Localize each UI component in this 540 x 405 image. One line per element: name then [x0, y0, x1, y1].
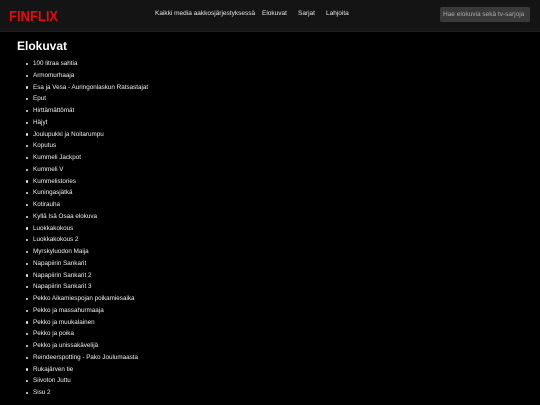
movie-list-item: Koputus: [25, 140, 148, 152]
movie-list-item: Luokkakokous: [25, 223, 148, 235]
movie-link[interactable]: Häjyt: [33, 119, 47, 126]
page-title: Elokuvat: [17, 39, 68, 53]
movie-list-item: Pekko ja massahurmaaja: [25, 305, 148, 317]
movie-list-item: Kotirauha: [25, 199, 148, 211]
movie-link[interactable]: Pekko ja unissakävelijä: [33, 342, 98, 349]
movie-link[interactable]: Pekko ja muukalainen: [33, 319, 95, 326]
movie-list-item: Pekko Aikamiespojan poikamiesaika: [25, 293, 148, 305]
movie-link[interactable]: Kotirauha: [33, 201, 60, 208]
movie-link[interactable]: Kuningasjätkä: [33, 189, 73, 196]
movie-list-item: Napapiirin Sankarit 2: [25, 270, 148, 282]
movie-list-item: Sisu 2: [25, 387, 148, 399]
movie-link[interactable]: Kummelistories: [33, 178, 76, 185]
movie-list-item: Pekko ja unissakävelijä: [25, 340, 148, 352]
movie-link[interactable]: Reindeerspotting - Pako Joulumaasta: [33, 354, 138, 361]
movie-list-item: Pekko ja muukalainen: [25, 317, 148, 329]
movie-link[interactable]: Sisu 2: [33, 389, 51, 396]
movie-list-item: Kummelistories: [25, 176, 148, 188]
movie-link[interactable]: Pekko Aikamiespojan poikamiesaika: [33, 295, 135, 302]
movie-list-item: Luokkakokous 2: [25, 234, 148, 246]
movie-link[interactable]: Kummeli Jackpot: [33, 154, 81, 161]
search-input[interactable]: [440, 7, 530, 22]
movie-link[interactable]: Eput: [33, 95, 46, 102]
movie-list-item: Armomurhaaja: [25, 70, 148, 82]
movie-list-item: Kummeli Jackpot: [25, 152, 148, 164]
movie-link[interactable]: Rukajärven tie: [33, 366, 73, 373]
movie-link[interactable]: Siivoton Juttu: [33, 377, 71, 384]
movie-list-item: Eput: [25, 93, 148, 105]
movie-link[interactable]: Esa ja Vesa - Auringonlaskun Ratsastajat: [33, 84, 148, 91]
movie-link[interactable]: 100 litraa sahtia: [33, 60, 77, 67]
movie-link[interactable]: Napapiirin Sankarit: [33, 260, 86, 267]
movie-list: 100 litraa sahtia Armomurhaaja Esa ja Vesa…: [25, 58, 148, 399]
finflix-logo[interactable]: FINFLIX: [9, 7, 58, 24]
movie-list-item: Esa ja Vesa - Auringonlaskun Ratsastajat: [25, 82, 148, 94]
movie-list-item: Myrskyluodon Maija: [25, 246, 148, 258]
movie-link[interactable]: Luokkakokous 2: [33, 236, 79, 243]
nav-link-movies[interactable]: Elokuvat: [262, 10, 287, 17]
movie-link[interactable]: Kummeli V: [33, 166, 63, 173]
movie-link[interactable]: Joulupukki ja Noitarumpu: [33, 131, 104, 138]
movie-link[interactable]: Luokkakokous: [33, 225, 73, 232]
movie-link[interactable]: Myrskyluodon Maija: [33, 248, 89, 255]
top-navigation-bar: FINFLIX Kaikki media aakkosjärjestyksess…: [0, 0, 540, 32]
movie-link[interactable]: Armomurhaaja: [33, 72, 74, 79]
nav-link-donate[interactable]: Lahjoita: [326, 10, 349, 17]
movie-list-item: Napapiirin Sankarit 3: [25, 281, 148, 293]
nav-link-series[interactable]: Sarjat: [298, 10, 315, 17]
movie-list-item: Häjyt: [25, 117, 148, 129]
movie-link[interactable]: Koputus: [33, 142, 56, 149]
nav-link-all-media[interactable]: Kaikki media aakkosjärjestyksessä: [155, 10, 255, 17]
movie-list-item: Kuningasjätkä: [25, 187, 148, 199]
movie-link[interactable]: Napapiirin Sankarit 3: [33, 283, 91, 290]
movie-list-item: Kummeli V: [25, 164, 148, 176]
movie-list-item: Hirttämättömät: [25, 105, 148, 117]
movie-link[interactable]: Hirttämättömät: [33, 107, 74, 114]
movie-list-item: Pekko ja poika: [25, 328, 148, 340]
movie-list-item: Napapiirin Sankarit: [25, 258, 148, 270]
movie-list-item: Kyllä Isä Osaa elokuva: [25, 211, 148, 223]
movie-link[interactable]: Pekko ja massahurmaaja: [33, 307, 104, 314]
movie-link[interactable]: Kyllä Isä Osaa elokuva: [33, 213, 97, 220]
movie-list-item: Joulupukki ja Noitarumpu: [25, 129, 148, 141]
movie-list-item: 100 litraa sahtia: [25, 58, 148, 70]
movie-list-item: Siivoton Juttu: [25, 375, 148, 387]
movie-list-item: Reindeerspotting - Pako Joulumaasta: [25, 352, 148, 364]
movie-list-item: Rukajärven tie: [25, 364, 148, 376]
movie-link[interactable]: Pekko ja poika: [33, 330, 74, 337]
movie-link[interactable]: Napapiirin Sankarit 2: [33, 272, 91, 279]
